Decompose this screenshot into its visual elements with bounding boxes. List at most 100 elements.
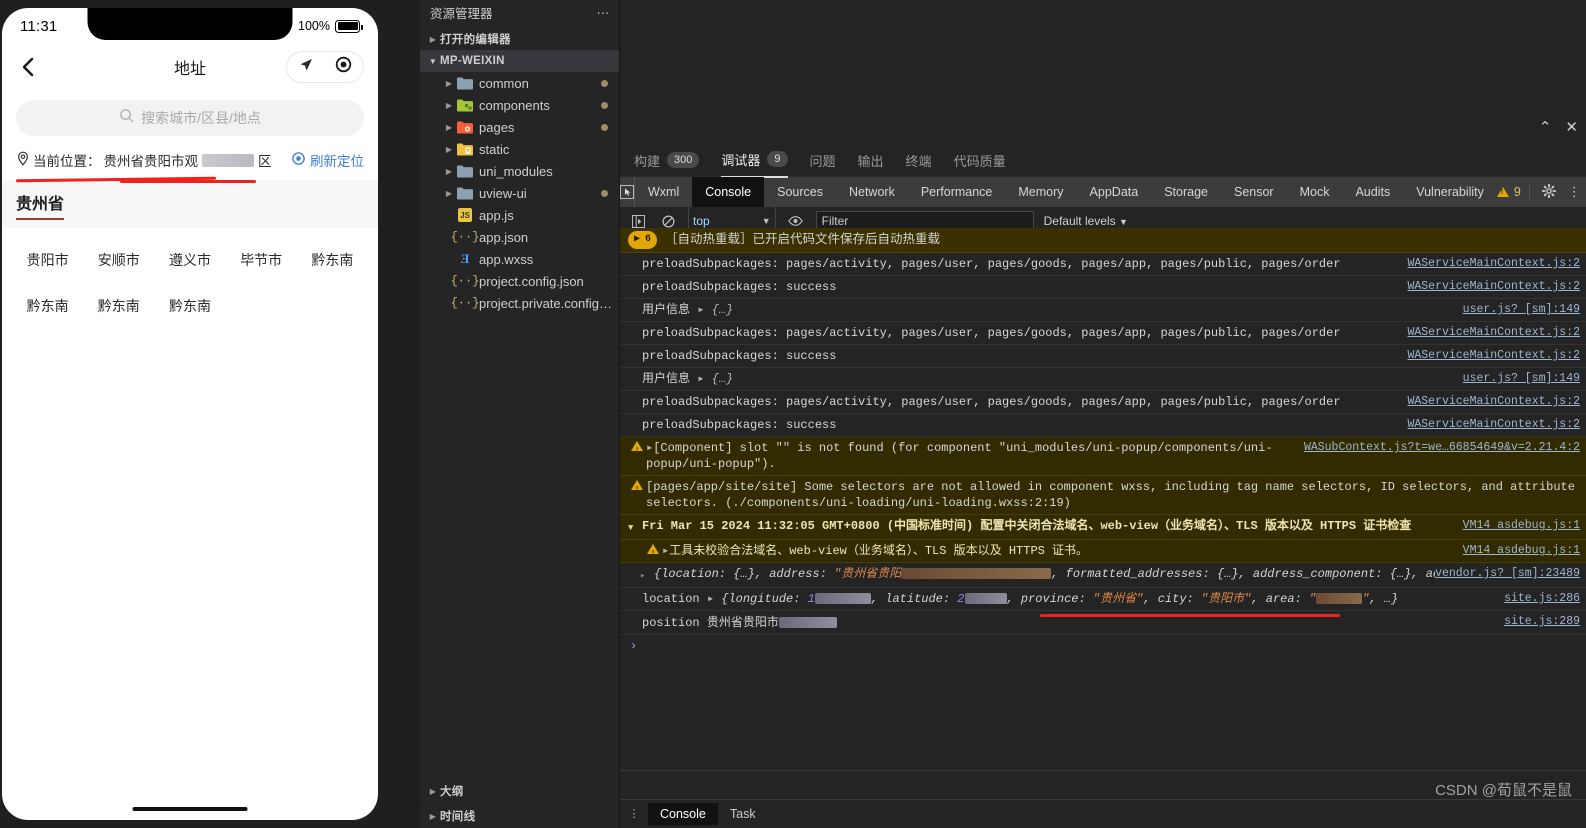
bottom-tab-task[interactable]: Task [718, 803, 768, 825]
tab-sources[interactable]: Sources [764, 177, 836, 207]
search-input[interactable]: 搜索城市/区县/地点 [16, 100, 364, 136]
console-row[interactable]: preloadSubpackages: success WAServiceMai… [620, 345, 1586, 368]
navigation-arrow-icon[interactable] [298, 57, 314, 78]
console-banner-row[interactable]: ▶ 6 ［自动热重载］已开启代码文件保存后自动热重载 [620, 228, 1586, 253]
chevron-left-icon[interactable] [16, 56, 38, 78]
console-warning-row[interactable]: ▸[Component] slot "" is not found (for c… [620, 437, 1586, 476]
folder-common[interactable]: ▶ common [420, 72, 620, 94]
source-link[interactable]: WAServiceMainContext.js:2 [1407, 417, 1586, 433]
file-app-json[interactable]: {··} app.json [420, 226, 620, 248]
play-badge: ▶ 6 [628, 231, 658, 249]
crosshair-target-icon[interactable] [335, 56, 352, 78]
source-link[interactable]: site.js:286 [1504, 591, 1586, 607]
collapse-arrow-icon[interactable]: ▼ [628, 518, 642, 536]
folder-uni-modules[interactable]: ▶ uni_modules [420, 160, 620, 182]
warning-count-chip[interactable]: 9 [1496, 185, 1530, 199]
explorer-section-open-editors[interactable]: ▶ 打开的编辑器 [420, 28, 620, 50]
close-icon[interactable]: ✕ [1565, 118, 1578, 136]
source-link[interactable]: WAServiceMainContext.js:2 [1407, 348, 1586, 364]
sidebar-toggle-icon[interactable] [628, 214, 648, 228]
eye-icon[interactable] [786, 215, 806, 227]
console-warning-row[interactable]: [pages/app/site/site] Some selectors are… [620, 476, 1586, 515]
tab-appdata[interactable]: AppData [1077, 177, 1152, 207]
tab-mock[interactable]: Mock [1287, 177, 1343, 207]
list-item[interactable]: 毕节市 [226, 250, 297, 270]
log-levels-select[interactable]: Default levels ▼ [1044, 214, 1128, 228]
tab-code-quality[interactable]: 代码质量 [954, 145, 1006, 177]
file-app-js[interactable]: JS app.js [420, 204, 620, 226]
file-project-private-config[interactable]: {··} project.private.config.js... [420, 292, 620, 314]
file-project-config-json[interactable]: {··} project.config.json [420, 270, 620, 292]
folder-components[interactable]: ▶ components [420, 94, 620, 116]
source-link[interactable]: VM14 asdebug.js:1 [1463, 518, 1586, 534]
console-row[interactable]: preloadSubpackages: pages/activity, page… [620, 253, 1586, 276]
tabbar-right: 9 ⋮ [1496, 177, 1586, 207]
console-result-row[interactable]: ▸ {location: {…}, address: "贵州省贵阳, forma… [620, 563, 1586, 588]
list-item[interactable]: 遵义市 [154, 250, 225, 270]
location-pill[interactable] [286, 51, 364, 83]
tab-sensor[interactable]: Sensor [1221, 177, 1287, 207]
explorer-section-mp-weixin[interactable]: ▼ MP-WEIXIN [420, 50, 620, 72]
console-result-row[interactable]: location ▸ {longitude: 1, latitude: 2, p… [620, 588, 1586, 617]
explorer-section-timeline[interactable]: ▶ 时间线 [420, 803, 620, 828]
tab-audits[interactable]: Audits [1342, 177, 1403, 207]
folder-label: pages [479, 119, 515, 135]
tab-storage[interactable]: Storage [1151, 177, 1221, 207]
expand-arrow-icon[interactable]: ▸ [640, 566, 654, 584]
source-link[interactable]: site.js:289 [1504, 614, 1586, 630]
source-link[interactable]: WAServiceMainContext.js:2 [1407, 256, 1586, 272]
ellipsis-icon[interactable]: ⋯ [597, 5, 611, 20]
tab-debugger[interactable]: 调试器 9 [721, 144, 788, 178]
tab-build[interactable]: 构建 300 [634, 145, 700, 177]
source-link[interactable]: WAServiceMainContext.js:2 [1407, 325, 1586, 341]
tab-vulnerability[interactable]: Vulnerability [1403, 177, 1497, 207]
console-result-row[interactable]: position 贵州省贵阳市 site.js:289 [620, 611, 1586, 635]
tab-terminal[interactable]: 终端 [906, 145, 932, 177]
console-row[interactable]: 用户信息 ▸ {…} user.js? [sm]:149 [620, 299, 1586, 322]
folder-uview-ui[interactable]: ▶ uview-ui [420, 182, 620, 204]
source-link[interactable]: WASubContext.js?t=we…66854649&v=2.21.4:2 [1304, 440, 1586, 456]
tab-memory[interactable]: Memory [1005, 177, 1076, 207]
tab-console[interactable]: Console [692, 177, 765, 207]
console-log-list[interactable]: ▶ 6 ［自动热重载］已开启代码文件保存后自动热重载 preloadSubpac… [620, 228, 1586, 771]
tab-output[interactable]: 输出 [858, 145, 884, 177]
kebab-menu-icon[interactable]: ⋮ [1568, 185, 1581, 198]
tab-wxml[interactable]: Wxml [635, 177, 692, 207]
clear-console-icon[interactable] [658, 215, 678, 228]
source-link[interactable]: VM14 asdebug.js:1 [1463, 543, 1586, 559]
file-app-wxss[interactable]: Ǝ app.wxss [420, 248, 620, 270]
list-item[interactable]: 贵阳市 [12, 250, 83, 270]
bottom-tab-console[interactable]: Console [648, 803, 718, 825]
console-row[interactable]: 用户信息 ▸ {…} user.js? [sm]:149 [620, 368, 1586, 391]
source-link[interactable]: vendor.js? [sm]:23489 [1435, 566, 1586, 582]
tab-performance[interactable]: Performance [908, 177, 1006, 207]
drag-handle-icon[interactable]: ⋮ [620, 809, 648, 820]
list-item[interactable]: 黔东南 [154, 296, 225, 316]
tab-problems[interactable]: 问题 [810, 145, 836, 177]
folder-static[interactable]: ▶ static [420, 138, 620, 160]
source-link[interactable]: WAServiceMainContext.js:2 [1407, 279, 1586, 295]
console-group-row[interactable]: ▼ Fri Mar 15 2024 11:32:05 GMT+0800 (中国标… [620, 515, 1586, 540]
folder-pages[interactable]: ▶ pages [420, 116, 620, 138]
gear-icon[interactable] [1541, 183, 1556, 201]
status-dot [601, 123, 608, 131]
console-row[interactable]: preloadSubpackages: success WAServiceMai… [620, 276, 1586, 299]
source-link[interactable]: WAServiceMainContext.js:2 [1407, 394, 1586, 410]
list-item[interactable]: 黔东南 [297, 250, 368, 270]
inspect-element-icon[interactable] [620, 177, 635, 207]
banner-text: ［自动热重载］已开启代码文件保存后自动热重载 [665, 232, 941, 246]
list-item[interactable]: 安顺市 [83, 250, 154, 270]
refresh-location-button[interactable]: 刷新定位 [291, 150, 364, 170]
source-link[interactable]: user.js? [sm]:149 [1463, 371, 1586, 387]
console-row[interactable]: preloadSubpackages: success WAServiceMai… [620, 414, 1586, 437]
console-prompt[interactable]: › [620, 635, 1586, 653]
console-row[interactable]: preloadSubpackages: pages/activity, page… [620, 391, 1586, 414]
source-link[interactable]: user.js? [sm]:149 [1463, 302, 1586, 318]
tab-network[interactable]: Network [836, 177, 908, 207]
console-row[interactable]: preloadSubpackages: pages/activity, page… [620, 322, 1586, 345]
list-item[interactable]: 黔东南 [83, 296, 154, 316]
list-item[interactable]: 黔东南 [12, 296, 83, 316]
console-group-child-row[interactable]: ▸工具未校验合法域名、web-view（业务域名）、TLS 版本以及 HTTPS… [620, 540, 1586, 563]
explorer-section-outline[interactable]: ▶ 大纲 [420, 778, 620, 803]
chevron-up-icon[interactable]: ⌃ [1539, 118, 1552, 136]
